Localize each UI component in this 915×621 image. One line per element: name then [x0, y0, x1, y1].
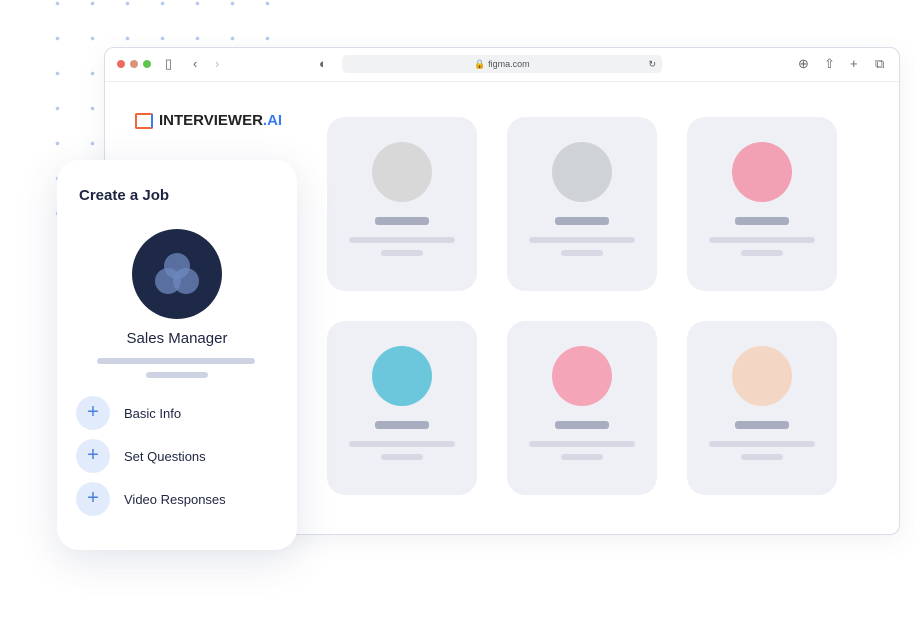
- step-label: Basic Info: [124, 405, 182, 421]
- candidate-card[interactable]: [327, 321, 477, 495]
- create-job-panel: Create a Job Sales Manager + Basic Info +…: [57, 160, 297, 550]
- avatar: [732, 142, 792, 202]
- avatar: [372, 142, 432, 202]
- minimize-dot[interactable]: [130, 60, 138, 68]
- browser-toolbar: ▯ ‹ › ◐ 🔒 figma.com ↻ ⊕ ⇧ + ⧉: [105, 48, 899, 82]
- candidate-card[interactable]: [687, 117, 837, 291]
- avatar: [552, 142, 612, 202]
- step-set-questions[interactable]: + Set Questions: [76, 439, 206, 473]
- step-basic-info[interactable]: + Basic Info: [76, 396, 181, 430]
- logo-icon: [135, 112, 153, 129]
- download-icon[interactable]: ⊕: [798, 56, 809, 72]
- step-label: Set Questions: [124, 448, 206, 464]
- shield-icon[interactable]: ◐: [319, 56, 327, 71]
- step-label: Video Responses: [124, 491, 226, 507]
- job-name: Sales Manager: [126, 330, 228, 347]
- maximize-dot[interactable]: [143, 60, 151, 68]
- plus-icon[interactable]: +: [76, 439, 110, 473]
- candidate-card[interactable]: [507, 117, 657, 291]
- avatar: [552, 346, 612, 406]
- panel-title: Create a Job: [79, 187, 170, 204]
- logo: INTERVIEWER.AI: [135, 112, 282, 129]
- new-tab-icon[interactable]: +: [850, 56, 858, 71]
- candidate-card[interactable]: [327, 117, 477, 291]
- step-video-responses[interactable]: + Video Responses: [76, 482, 226, 516]
- candidate-card[interactable]: [687, 321, 837, 495]
- reload-icon[interactable]: ↻: [648, 55, 656, 73]
- forward-icon[interactable]: ›: [215, 56, 219, 71]
- candidate-card[interactable]: [507, 321, 657, 495]
- url-text: figma.com: [488, 59, 530, 69]
- avatar: [372, 346, 432, 406]
- plus-icon[interactable]: +: [76, 482, 110, 516]
- logo-text: INTERVIEWER: [159, 112, 263, 129]
- tabs-icon[interactable]: ⧉: [875, 56, 884, 72]
- close-dot[interactable]: [117, 60, 125, 68]
- job-icon: [132, 229, 222, 319]
- logo-suffix: .AI: [262, 112, 283, 129]
- back-icon[interactable]: ‹: [193, 56, 197, 71]
- share-icon[interactable]: ⇧: [824, 56, 835, 72]
- avatar: [732, 346, 792, 406]
- plus-icon[interactable]: +: [76, 396, 110, 430]
- sidebar-icon[interactable]: ▯: [165, 56, 172, 72]
- address-bar[interactable]: 🔒 figma.com ↻: [342, 55, 662, 73]
